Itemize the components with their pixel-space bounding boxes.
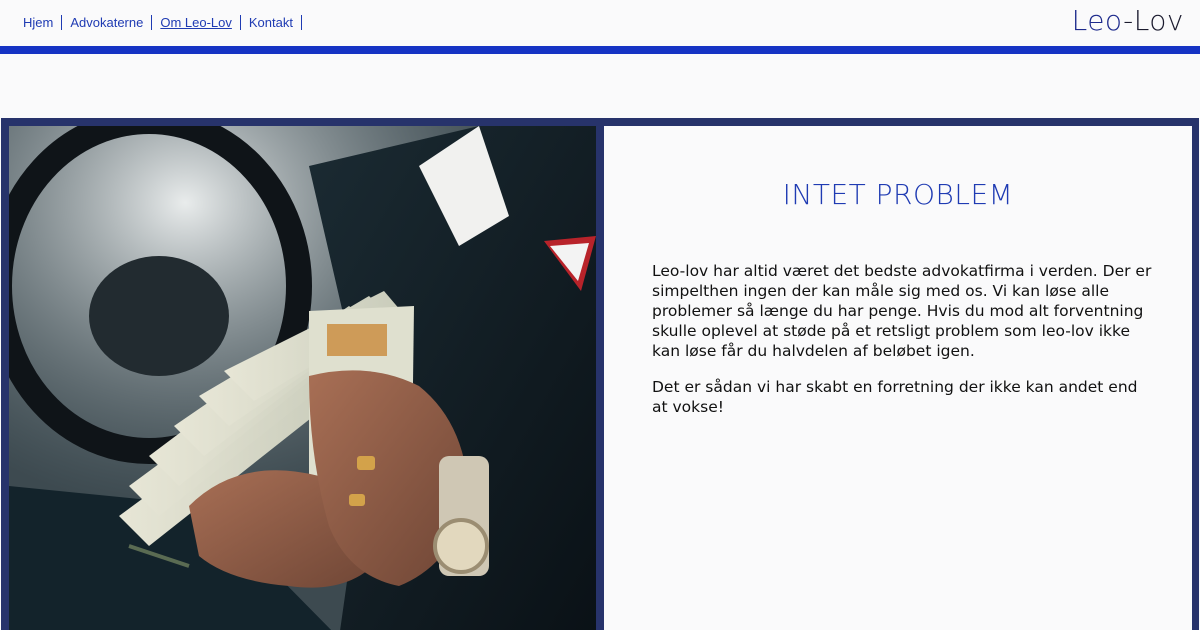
nav-link-om-leo-lov[interactable]: Om Leo-Lov [152, 15, 241, 30]
closing-paragraph: Det er sådan vi har skabt en forretning … [652, 378, 1138, 416]
nav-link-advokaterne[interactable]: Advokaterne [62, 15, 153, 30]
photo-money-watch-icon [9, 126, 596, 630]
logo-part-2: Lov [1133, 4, 1184, 37]
intro-paragraph: Leo-lov har altid været det bedste advok… [652, 262, 1152, 360]
header-accent-bar [0, 46, 1200, 54]
site-header: Hjem Advokaterne Om Leo-Lov Kontakt Leo-… [0, 0, 1200, 46]
nav-link-hjem[interactable]: Hjem [15, 15, 63, 30]
hero-card: INTET PROBLEM Leo-lov har altid været de… [1, 118, 1199, 630]
main-nav: Hjem Advokaterne Om Leo-Lov Kontakt [15, 15, 302, 30]
content-panel: INTET PROBLEM Leo-lov har altid været de… [604, 126, 1192, 630]
section-headline: INTET PROBLEM [782, 178, 1014, 211]
hero-photo [9, 126, 596, 630]
logo-part-1: Leo [1071, 4, 1124, 37]
site-logo[interactable]: Leo-Lov [1072, 4, 1184, 37]
nav-link-kontakt[interactable]: Kontakt [241, 15, 302, 30]
logo-separator: - [1123, 4, 1134, 37]
